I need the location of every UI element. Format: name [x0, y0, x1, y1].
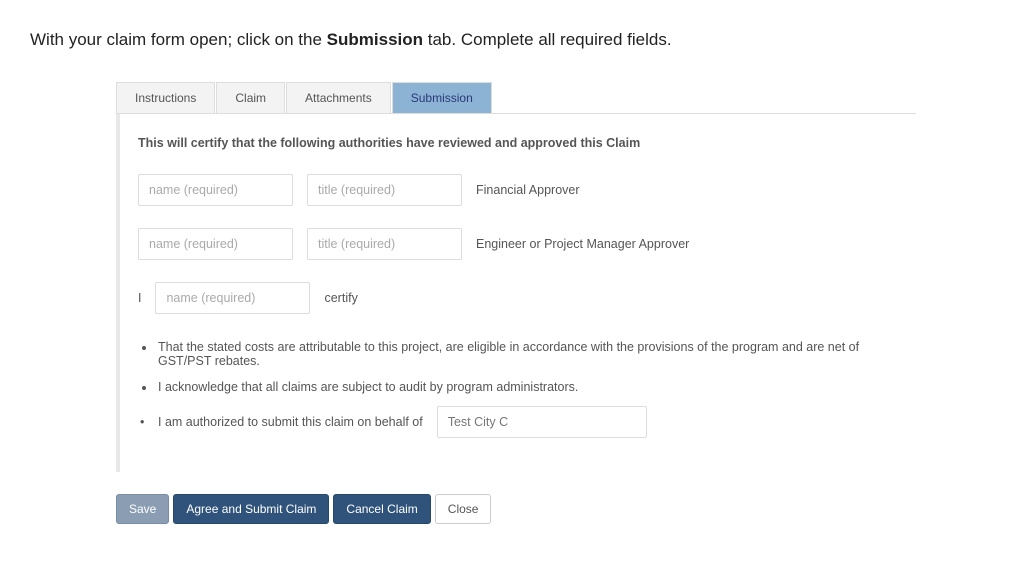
certify-i: I — [138, 291, 141, 305]
tab-claim[interactable]: Claim — [216, 82, 285, 113]
close-button[interactable]: Close — [435, 494, 492, 524]
engineer-approver-title-input[interactable] — [307, 228, 462, 260]
certify-row: I certify — [138, 282, 898, 314]
save-button[interactable]: Save — [116, 494, 169, 524]
page-instruction: With your claim form open; click on the … — [30, 30, 994, 50]
approver-row-engineer: Engineer or Project Manager Approver — [138, 228, 898, 260]
tab-attachments[interactable]: Attachments — [286, 82, 391, 113]
certify-name-input[interactable] — [155, 282, 310, 314]
financial-approver-label: Financial Approver — [476, 183, 580, 197]
button-bar: Save Agree and Submit Claim Cancel Claim… — [116, 494, 994, 524]
bullet-audit: I acknowledge that all claims are subjec… — [156, 380, 898, 394]
bullet-costs: That the stated costs are attributable t… — [156, 340, 898, 368]
cancel-claim-button[interactable]: Cancel Claim — [333, 494, 430, 524]
tab-instructions[interactable]: Instructions — [116, 82, 215, 113]
approver-row-financial: Financial Approver — [138, 174, 898, 206]
submission-panel: This will certify that the following aut… — [116, 114, 916, 472]
tab-bar: Instructions Claim Attachments Submissio… — [116, 82, 916, 114]
bullet-authorized-text: I am authorized to submit this claim on … — [158, 415, 423, 429]
agree-submit-button[interactable]: Agree and Submit Claim — [173, 494, 329, 524]
instruction-bold: Submission — [327, 30, 423, 49]
certify-header: This will certify that the following aut… — [138, 136, 898, 150]
financial-approver-title-input[interactable] — [307, 174, 462, 206]
financial-approver-name-input[interactable] — [138, 174, 293, 206]
instruction-pre: With your claim form open; click on the — [30, 30, 327, 49]
instruction-post: tab. Complete all required fields. — [423, 30, 672, 49]
certify-label: certify — [324, 291, 357, 305]
engineer-approver-label: Engineer or Project Manager Approver — [476, 237, 689, 251]
on-behalf-of-input[interactable] — [437, 406, 647, 438]
tab-submission[interactable]: Submission — [392, 82, 492, 113]
engineer-approver-name-input[interactable] — [138, 228, 293, 260]
bullet-authorized: I am authorized to submit this claim on … — [156, 406, 898, 438]
certify-bullets: That the stated costs are attributable t… — [156, 340, 898, 438]
